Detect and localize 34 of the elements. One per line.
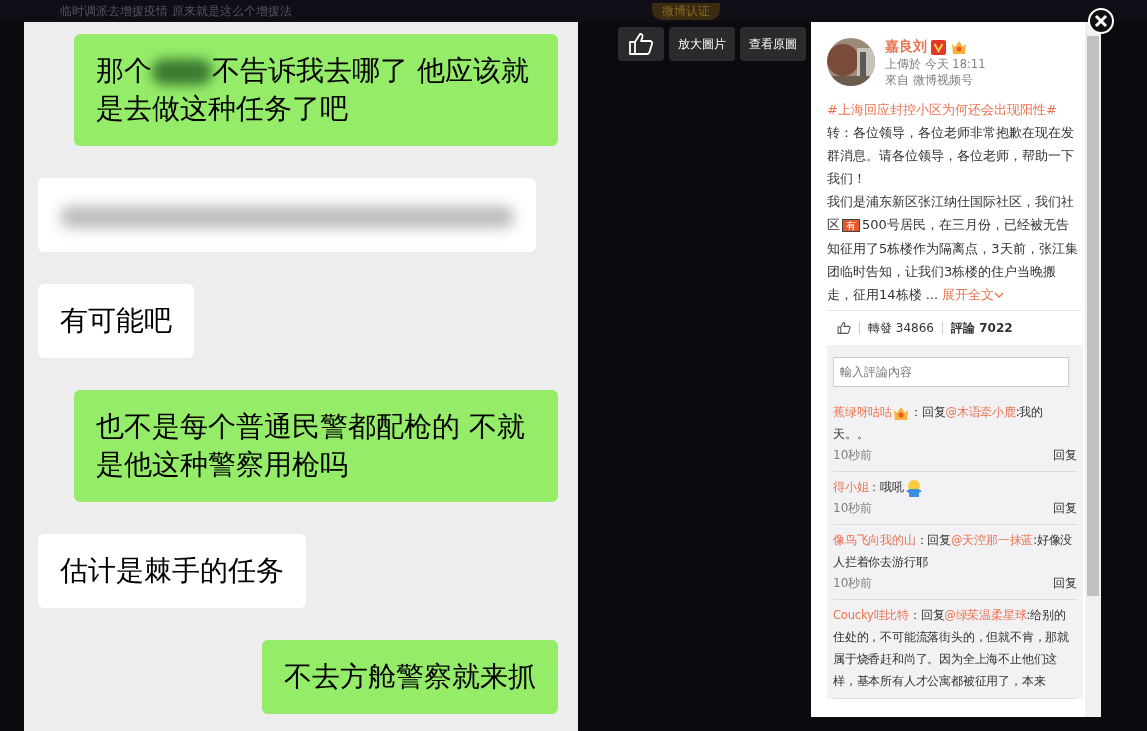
chat-bubble: 那个 不告诉我去哪了 他应该就是去做这种任务了吧: [74, 34, 558, 146]
reply-link[interactable]: 回复: [1053, 445, 1077, 465]
panel-tab[interactable]: 評論 7022: [951, 319, 1013, 337]
reply-link[interactable]: 回复: [1053, 498, 1077, 518]
comment-time: 10秒前: [833, 500, 873, 517]
verified-icon: [931, 39, 946, 55]
toolbar-button[interactable]: 查看原圖: [740, 27, 806, 61]
crown-icon: [950, 39, 968, 55]
comment-time: 10秒前: [833, 575, 873, 592]
thumbs-up-icon: [628, 32, 654, 56]
emoji-badge: 有: [842, 219, 860, 232]
chat-bubble: 有可能吧: [38, 284, 194, 358]
panel-tab[interactable]: 轉發 34866: [868, 319, 934, 337]
comment-input[interactable]: 輸入評論內容: [833, 357, 1069, 387]
scrollbar[interactable]: [1085, 22, 1101, 717]
chat-bubble: 估计是棘手的任务: [38, 534, 306, 608]
upload-time: 上傳於 今天 18:11: [885, 57, 986, 72]
comment-text: 蕉绿呀咕咕 ：回复@木语牵小鹿:我的天。。: [833, 403, 1044, 443]
reply-link[interactable]: 回复: [1053, 573, 1077, 593]
comment-text: Coucky哇比特：回复@绿茱温柔星球:给别的住处的，不可能流落街头的，但就不肯，那就属于烧香赶和尚了。因为全上海不止他们这样，基本所有人才公寓都被征用了，本来: [833, 607, 1070, 690]
comment-text: 得小姐：哦吼: [833, 476, 1077, 498]
chat-bubble: 不去方舱警察就来抓: [262, 640, 558, 714]
post-text: 临时调派去增援疫情 原来就是这么个增援法: [60, 2, 292, 20]
comment-time: 10秒前: [833, 447, 873, 464]
chevron-down-icon: [994, 291, 1005, 299]
post-paragraph: 转：各位领导，各位老师非常抱歉在现在发群消息。请各位领导，各位老师，帮助一下我们！: [827, 124, 1075, 188]
like-button[interactable]: [618, 27, 664, 61]
thumbs-up-icon[interactable]: [837, 321, 851, 335]
post-paragraph: 我们是浦东新区张江纳仕国际社区，我们社区 有 500号居民，在三月份，已经被无告知征用了5栋楼作为隔离点，3天前，张江集团临时告知，让我们3栋楼的住户当晚搬走，征用14栋楼 ... 展开全文: [827, 193, 1079, 304]
chat-bubble: 也不是每个普通民警都配枪的 不就是他这种警察用枪吗: [74, 390, 558, 502]
comment-text: 像鸟飞向我的山：回复@天涳那一抹蓝:好像没人拦着你去游行耶: [833, 532, 1074, 571]
verified-badge: 微博认证: [651, 2, 720, 20]
toolbar-button[interactable]: 放大圖片: [669, 27, 735, 61]
post-source: 來自 微博视频号: [885, 73, 974, 88]
